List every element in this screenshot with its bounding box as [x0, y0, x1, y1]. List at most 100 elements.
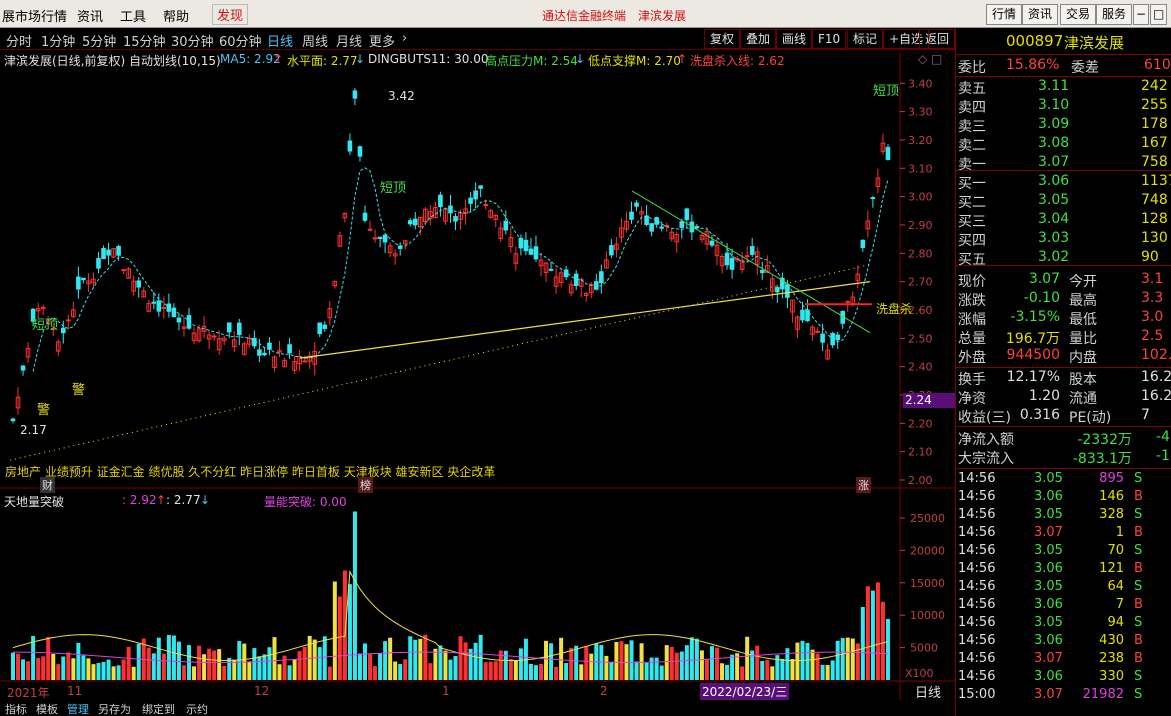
volume-bar [297, 651, 302, 680]
candle-body [382, 234, 388, 243]
list-marker[interactable]: 榜 [358, 477, 373, 493]
volume-bar [458, 636, 463, 680]
tick-price: 3.05 [1034, 579, 1063, 594]
quote-row-label: 外盘 [958, 350, 986, 366]
candle-body [302, 360, 307, 363]
quote-panel: 000897 津滨发展 委比 15.86% 委差 610 卖五 3.11 242 卖四… [955, 28, 1171, 716]
bid-row[interactable]: 买二 3.05 748 [956, 192, 1171, 211]
tick-price: 3.06 [1034, 633, 1063, 648]
tick-time: 15:00 [958, 687, 996, 702]
tick-row: 14:56 3.05 64 S [956, 579, 1171, 597]
tick-time: 14:56 [958, 471, 996, 486]
maximize-icon[interactable]: □ [1150, 4, 1168, 25]
volume-tick-label: 10000 [910, 609, 945, 622]
stock-name: 津滨发展 [1064, 34, 1125, 52]
volume-bar [277, 664, 282, 680]
candle-body [10, 418, 16, 422]
service-button[interactable]: 服务 [1096, 4, 1133, 25]
tab-other[interactable]: 示约 [186, 701, 208, 716]
limit-up-marker[interactable]: 涨 [856, 477, 871, 493]
volume-bar [327, 666, 332, 680]
price-tick-label: 3.40 [908, 77, 933, 90]
volume-bar [639, 643, 644, 680]
volume-bar [171, 635, 176, 680]
candle-body [362, 212, 368, 221]
bid-row-price: 3.06 [1038, 173, 1070, 189]
volume-bar [689, 637, 694, 680]
tab-manage[interactable]: 管理 [67, 701, 89, 716]
candle-body [116, 245, 121, 256]
tick-volume: 895 [1099, 471, 1124, 486]
volume-bar [815, 653, 820, 680]
tick-price: 3.06 [1034, 561, 1063, 576]
quote-button[interactable]: 行情 [986, 4, 1023, 25]
volume-bar [357, 653, 362, 680]
quote-row: 涨跌 -0.10 最高 3.3 [956, 290, 1171, 309]
short-top-label: 短顶 [873, 84, 900, 99]
candle-body [412, 218, 418, 226]
volume-bar [106, 659, 111, 680]
date-axis-label: 11 [67, 684, 83, 698]
quote-row-value: -3.15% [1010, 309, 1060, 325]
volume-bar [388, 637, 393, 680]
tick-volume: 330 [1099, 669, 1124, 684]
info-button[interactable]: 资讯 [1022, 4, 1059, 25]
quote-row-label: 今开 [1069, 274, 1097, 290]
candle-body [136, 280, 142, 288]
volume-bar [71, 658, 76, 680]
price-tick-label: 2.90 [908, 219, 933, 232]
tab-bind[interactable]: 绑定到 [142, 701, 175, 716]
ask-row[interactable]: 卖四 3.10 255 [956, 97, 1171, 116]
quote-row-label: 涨幅 [958, 312, 986, 328]
warning-label: 警 [37, 403, 51, 418]
trade-button[interactable]: 交易 [1060, 4, 1097, 25]
volume-bar [26, 661, 31, 680]
candlestick-chart[interactable]: 3.403.303.203.103.002.902.802.702.602.50… [0, 0, 955, 716]
bid-row-label: 买一 [958, 176, 986, 192]
short-top-label: 短顶 [32, 318, 59, 333]
volume-bar [262, 654, 267, 680]
tab-template[interactable]: 模板 [36, 701, 58, 716]
candle-body [548, 268, 554, 271]
volume-bar [21, 659, 26, 680]
volume-bar [181, 665, 186, 680]
volume-bar [533, 665, 538, 680]
bid-row[interactable]: 买一 3.06 1137 [956, 173, 1171, 192]
tick-price: 3.07 [1034, 525, 1063, 540]
tick-price: 3.06 [1034, 597, 1063, 612]
fund-flow-label: 净流入额 [958, 432, 1014, 448]
volume-bar [116, 665, 121, 680]
volume-bar [629, 640, 634, 680]
candle-body [262, 352, 267, 356]
ask-row[interactable]: 卖三 3.09 178 [956, 116, 1171, 135]
ask-row[interactable]: 卖二 3.08 167 [956, 135, 1171, 154]
tick-volume: 328 [1099, 507, 1124, 522]
ask-row-volume: 758 [1141, 154, 1168, 170]
volume-bar [835, 640, 840, 680]
tab-indicator[interactable]: 指标 [5, 701, 27, 716]
volume-bar [513, 660, 518, 680]
tick-row: 14:56 3.06 7 B [956, 597, 1171, 615]
candle-body [820, 333, 825, 343]
volume-bar [544, 640, 549, 680]
candle-body [800, 309, 805, 321]
tick-time: 14:56 [958, 651, 996, 666]
candle-body [252, 337, 257, 347]
candle-body [659, 226, 664, 229]
minimize-icon[interactable]: − [1133, 4, 1150, 25]
tab-save-as[interactable]: 另存为 [98, 701, 131, 716]
finance-marker[interactable]: 财 [40, 477, 55, 493]
bid-row[interactable]: 买四 3.03 130 [956, 230, 1171, 249]
volume-bar [76, 642, 81, 680]
volume-tick-label: 25000 [910, 512, 945, 525]
volume-bar [86, 658, 91, 680]
ask-row-label: 卖四 [958, 100, 986, 116]
volume-bar [885, 618, 890, 680]
tick-volume: 146 [1099, 489, 1124, 504]
ask-row[interactable]: 卖五 3.11 242 [956, 78, 1171, 97]
volume-bar [488, 661, 493, 680]
price-tick-label: 2.80 [908, 247, 933, 260]
bid-row[interactable]: 买三 3.04 128 [956, 211, 1171, 230]
volume-bar [760, 660, 765, 680]
short-top-label: 短顶 [380, 181, 407, 196]
